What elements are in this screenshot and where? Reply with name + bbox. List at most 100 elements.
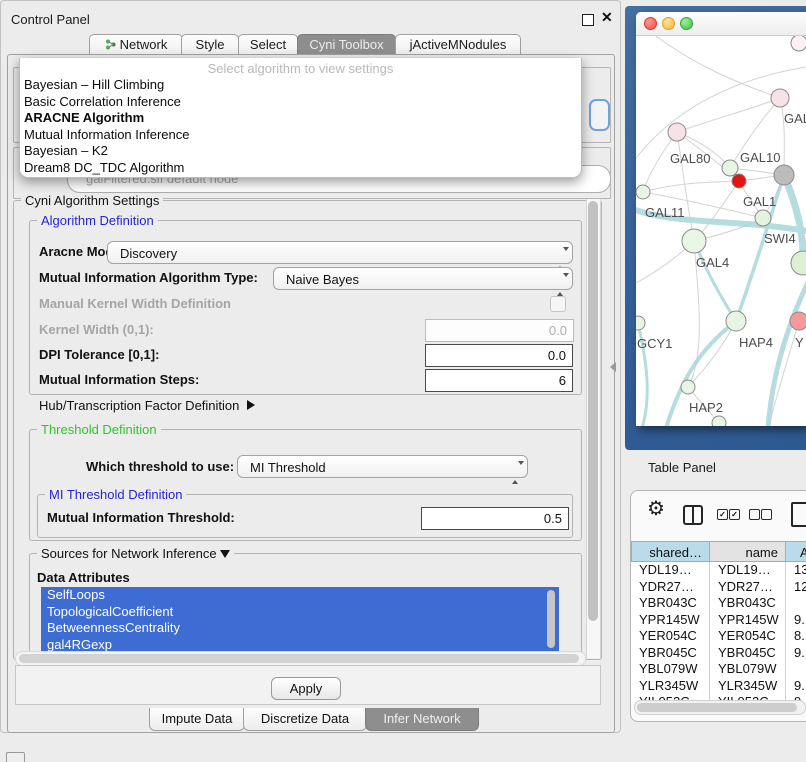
node-red (732, 174, 746, 188)
mi-threshold-input[interactable]: 0.5 (421, 507, 569, 530)
table-row[interactable]: YBR045CYBR045C9. (631, 645, 806, 662)
mi-threshold-label: Mutual Information Threshold: (47, 510, 235, 526)
svg-text:GAL80: GAL80 (670, 151, 710, 166)
hidden-algorithm-combo-fragment[interactable] (589, 99, 610, 131)
which-threshold-value: MI Threshold (250, 460, 326, 475)
network-icon (105, 36, 116, 47)
table-horizontal-scrollbar-thumb[interactable] (637, 703, 797, 712)
mi-steps-label: Mutual Information Steps: (39, 372, 199, 388)
node-hap2 (681, 380, 695, 394)
stepper-arrows-icon (512, 461, 520, 484)
dpi-tolerance-label: DPI Tolerance [0,1]: (39, 347, 159, 363)
panel-splitter-arrow-icon[interactable] (610, 362, 616, 372)
manual-kernel-label: Manual Kernel Width Definition (39, 296, 231, 312)
control-panel-window: Control Panel ✕ Network Style Select Cyn… (0, 0, 621, 733)
tab-style-label: Style (196, 37, 225, 52)
node-gray (774, 165, 794, 185)
list-item-selected[interactable]: BetweennessCentrality (41, 620, 559, 637)
minimized-panel-icon[interactable] (6, 752, 25, 762)
popup-item[interactable]: Bayesian – Hill Climbing (24, 77, 577, 94)
table-row[interactable]: YBR043CYBR043C (631, 595, 806, 612)
hub-expander[interactable]: Hub/Transcription Factor Definition (39, 398, 255, 414)
svg-text:GAL10: GAL10 (740, 150, 780, 165)
mi-type-combo[interactable]: Naive Bayes (273, 267, 573, 290)
network-node-labels: GAL80 GAL10 GAL11 GAL1 SWI4 GAL4 GCY1 HA… (637, 111, 806, 415)
deselect-all-checkbox-icon[interactable] (749, 509, 760, 520)
settings-horizontal-scrollbar-thumb[interactable] (19, 654, 579, 663)
tab-jactivemnodules-label: jActiveMNodules (410, 37, 507, 52)
table-row[interactable]: YDR27…YDR27…12 (631, 579, 806, 596)
column-chooser-icon[interactable] (683, 505, 703, 525)
data-attributes-list: SelfLoops TopologicalCoefficient Between… (41, 587, 559, 653)
close-traffic-light-icon[interactable] (644, 17, 657, 30)
table-row[interactable]: YLR345WYLR345W9. (631, 678, 806, 695)
expander-open-icon (220, 550, 230, 558)
node-salmon (790, 312, 806, 330)
network-window-titlebar[interactable] (636, 12, 806, 36)
popup-item[interactable]: Dream8 DC_TDC Algorithm (24, 160, 577, 177)
tab-select[interactable]: Select (238, 34, 298, 55)
select-all-checkbox-icon[interactable]: ✓ (717, 509, 728, 520)
popup-item[interactable]: Bayesian – K2 (24, 143, 577, 160)
table-row[interactable]: YPR145WYPR145W9. (631, 612, 806, 629)
tab-impute-data[interactable]: Impute Data (149, 708, 245, 731)
column-header-name[interactable]: name (710, 541, 786, 562)
sources-expander[interactable]: Sources for Network Inference (37, 546, 234, 561)
column-divider (785, 562, 786, 702)
popup-item[interactable]: Mutual Information Inference (24, 127, 577, 144)
tab-style[interactable]: Style (181, 34, 239, 55)
tab-discretize-data[interactable]: Discretize Data (243, 708, 367, 731)
float-window-icon[interactable] (582, 14, 594, 26)
node-gal80 (668, 123, 686, 141)
kernel-width-input[interactable]: 0.0 (425, 319, 574, 342)
column-header-shared-name[interactable]: shared… (631, 541, 710, 562)
list-scrollbar[interactable] (547, 590, 555, 648)
settings-vertical-scrollbar-thumb[interactable] (588, 201, 598, 621)
stepper-arrows-icon (557, 273, 565, 296)
tab-cyni-toolbox[interactable]: Cyni Toolbox (297, 34, 396, 55)
svg-text:Y: Y (795, 335, 804, 350)
sources-title: Sources for Network Inference (41, 546, 217, 561)
popup-item-selected[interactable]: ARACNE Algorithm (24, 110, 577, 127)
table-row[interactable]: YER054CYER054C8. (631, 628, 806, 645)
select-all-checkbox-icon[interactable]: ✓ (729, 509, 740, 520)
node-gal-top (771, 89, 789, 107)
which-threshold-label: Which threshold to use: (86, 459, 234, 475)
svg-text:GAL1: GAL1 (743, 194, 776, 209)
svg-text:HAP4: HAP4 (739, 335, 773, 350)
screen: Control Panel ✕ Network Style Select Cyn… (0, 0, 806, 762)
node-gal10 (722, 160, 738, 176)
aracne-mode-combo[interactable]: Discovery (107, 241, 573, 264)
minimize-traffic-light-icon[interactable] (662, 17, 675, 30)
threshold-definition-title: Threshold Definition (37, 422, 161, 437)
which-threshold-combo[interactable]: MI Threshold (237, 455, 528, 478)
column-header-partial[interactable]: A (786, 541, 806, 562)
popup-item[interactable]: Basic Correlation Inference (24, 94, 577, 111)
close-icon[interactable]: ✕ (601, 9, 613, 26)
apply-button[interactable]: Apply (271, 677, 341, 700)
table-row[interactable]: YBL079WYBL079W (631, 661, 806, 678)
table-row[interactable]: YDL19…YDL19…13 (631, 562, 806, 579)
network-canvas[interactable]: GAL80 GAL10 GAL11 GAL1 SWI4 GAL4 GCY1 HA… (636, 36, 806, 426)
manual-kernel-checkbox[interactable] (550, 296, 566, 312)
list-item-selected[interactable]: TopologicalCoefficient (41, 604, 559, 621)
tab-network-label: Network (120, 37, 168, 52)
export-table-icon[interactable] (791, 502, 806, 527)
network-view-window: GAL80 GAL10 GAL11 GAL1 SWI4 GAL4 GCY1 HA… (636, 12, 806, 426)
node-partial-bottom (712, 416, 726, 426)
tab-jactivemnodules[interactable]: jActiveMNodules (395, 34, 521, 55)
panel-title: Control Panel (11, 12, 90, 27)
dpi-tolerance-input[interactable]: 0.0 (425, 344, 573, 367)
tab-infer-network[interactable]: Infer Network (365, 708, 479, 731)
node-gal11 (636, 185, 650, 199)
gear-icon[interactable]: ⚙ (647, 496, 665, 521)
zoom-traffic-light-icon[interactable] (680, 17, 693, 30)
node-hap4 (726, 311, 746, 331)
deselect-all-checkbox-icon[interactable] (761, 509, 772, 520)
svg-text:GCY1: GCY1 (637, 336, 672, 351)
svg-text:SWI4: SWI4 (764, 231, 796, 246)
list-item-selected[interactable]: SelfLoops (41, 587, 559, 604)
aracne-mode-value: Discovery (120, 246, 177, 261)
mi-steps-input[interactable]: 6 (425, 369, 573, 392)
tab-network[interactable]: Network (89, 34, 183, 55)
